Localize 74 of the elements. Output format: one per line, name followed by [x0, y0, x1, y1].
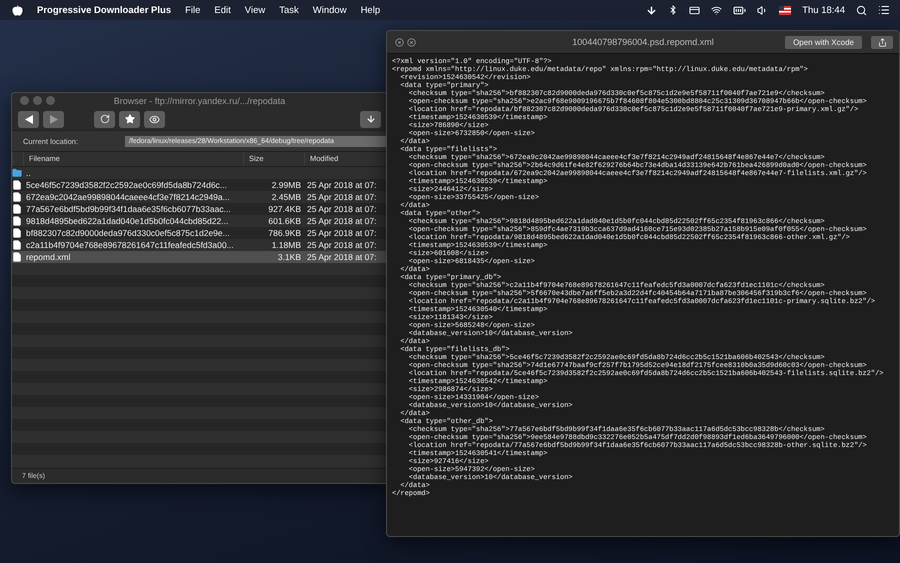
- open-with-xcode-button[interactable]: Open with Xcode: [785, 36, 862, 48]
- eye-icon: [149, 114, 160, 124]
- file-date: 25 Apr 2018 at 07:: [306, 192, 378, 202]
- share-button[interactable]: [871, 36, 893, 48]
- file-name: 9818d4895bed622a1dad040e1d5b0fc044cbd85d22...: [25, 216, 230, 226]
- selected-file-row[interactable]: repomd.xml 3.1KB 25 Apr 2018 at 07:: [12, 251, 387, 263]
- preview-button[interactable]: [144, 110, 165, 128]
- file-size: 2.99MB: [270, 180, 302, 190]
- apple-icon[interactable]: [12, 4, 23, 16]
- file-row[interactable]: 5ce46f5c7239d3582f2c2592ae0c69fd5da8b724d6c... 2.99MB 25 Apr 2018 at 07:: [12, 179, 387, 191]
- bluetooth-icon[interactable]: [668, 5, 678, 15]
- back-icon: [24, 114, 32, 124]
- file-icon: [12, 192, 22, 202]
- file-row[interactable]: 77a567e6bdf5bd9b99f34f1daa6e35f6cb6077b33aac... 927.4KB 25 Apr 2018 at 07:: [12, 203, 387, 215]
- file-row[interactable]: c2a11b4f9704e768e89678261647c11feafedc5fd3a00... 1.18MB 25 Apr 2018 at 07:: [12, 239, 387, 251]
- window-title: 100440798796004.psd.repomd.xml: [572, 37, 714, 47]
- file-date: 25 Apr 2018 at 07:: [306, 204, 378, 214]
- file-size: 601.6KB: [267, 216, 302, 226]
- menu-item[interactable]: File: [185, 4, 200, 16]
- menu-item[interactable]: View: [244, 4, 266, 16]
- card-icon[interactable]: [689, 4, 700, 16]
- file-size: 2.45MB: [270, 192, 302, 202]
- file-size: 927.4KB: [267, 204, 302, 214]
- file-name: bf882307c82d9000deda976d330c0ef5c875c1d2e9e...: [25, 228, 231, 238]
- file-date: 25 Apr 2018 at 07:: [306, 228, 378, 238]
- file-name: 672ea9c2042ae99898044caeee4cf3e7f8214c2949a...: [25, 192, 231, 202]
- favorite-button[interactable]: [119, 110, 140, 128]
- file-name: repomd.xml: [25, 252, 72, 262]
- menu-item[interactable]: Window: [312, 4, 347, 16]
- file-row[interactable]: bf882307c82d9000deda976d330c0ef5c875c1d2e9e... 786.9KB 25 Apr 2018 at 07:: [12, 227, 387, 239]
- app-name[interactable]: Progressive Downloader Plus: [37, 4, 172, 16]
- file-name: 5ce46f5c7239d3582f2c2592ae0c69fd5da8b724d6c...: [25, 180, 228, 190]
- share-icon: [878, 38, 886, 46]
- download-icon: [366, 114, 376, 124]
- menu-item[interactable]: Help: [360, 4, 380, 16]
- download-button[interactable]: [360, 110, 381, 128]
- back-button[interactable]: [18, 110, 39, 128]
- menu-item[interactable]: Task: [279, 4, 299, 16]
- wifi-icon[interactable]: [711, 4, 722, 16]
- file-name: ..: [25, 168, 32, 178]
- file-row[interactable]: 9818d4895bed622a1dad040e1d5b0fc044cbd85d22... 601.6KB 25 Apr 2018 at 07:: [12, 215, 387, 227]
- file-icon: [12, 180, 22, 190]
- folder-icon: [12, 168, 22, 178]
- file-date: 25 Apr 2018 at 07:: [306, 240, 378, 250]
- menu-item[interactable]: Edit: [214, 4, 231, 16]
- file-icon: [12, 228, 22, 238]
- clock[interactable]: Thu 18:44: [802, 4, 845, 16]
- download-icon[interactable]: [646, 4, 658, 16]
- close-icon[interactable]: [407, 38, 416, 46]
- forward-icon: [50, 114, 58, 124]
- file-row[interactable]: ..: [12, 167, 387, 179]
- file-row[interactable]: 672ea9c2042ae99898044caeee4cf3e7f8214c2949a... 2.45MB 25 Apr 2018 at 07:: [12, 191, 387, 203]
- file-date: 25 Apr 2018 at 07:: [306, 180, 378, 190]
- volume-icon[interactable]: [757, 4, 768, 16]
- file-icon: [12, 204, 22, 214]
- file-size: 786.9KB: [267, 228, 302, 238]
- close-icon[interactable]: [395, 38, 404, 46]
- refresh-icon: [100, 114, 110, 124]
- file-name: 77a567e6bdf5bd9b99f34f1daa6e35f6cb6077b33aac...: [25, 204, 232, 214]
- file-date: 25 Apr 2018 at 07:: [306, 252, 378, 262]
- window-title: Browser - ftp://mirror.yandex.ru/.../repodata: [114, 96, 286, 106]
- battery-icon[interactable]: [733, 4, 746, 16]
- file-size: 1.18MB: [270, 240, 302, 250]
- file-date: 25 Apr 2018 at 07:: [306, 216, 378, 226]
- file-icon: [12, 216, 22, 226]
- file-icon: [12, 252, 22, 262]
- file-name: c2a11b4f9704e768e89678261647c11feafedc5fd3a00...: [25, 240, 235, 250]
- refresh-button[interactable]: [94, 110, 115, 128]
- file-icon: [12, 240, 22, 250]
- search-icon[interactable]: [856, 4, 867, 16]
- star-icon: [124, 114, 134, 124]
- flag-icon[interactable]: [779, 6, 792, 14]
- forward-button[interactable]: [43, 110, 64, 128]
- file-size: 3.1KB: [276, 252, 302, 262]
